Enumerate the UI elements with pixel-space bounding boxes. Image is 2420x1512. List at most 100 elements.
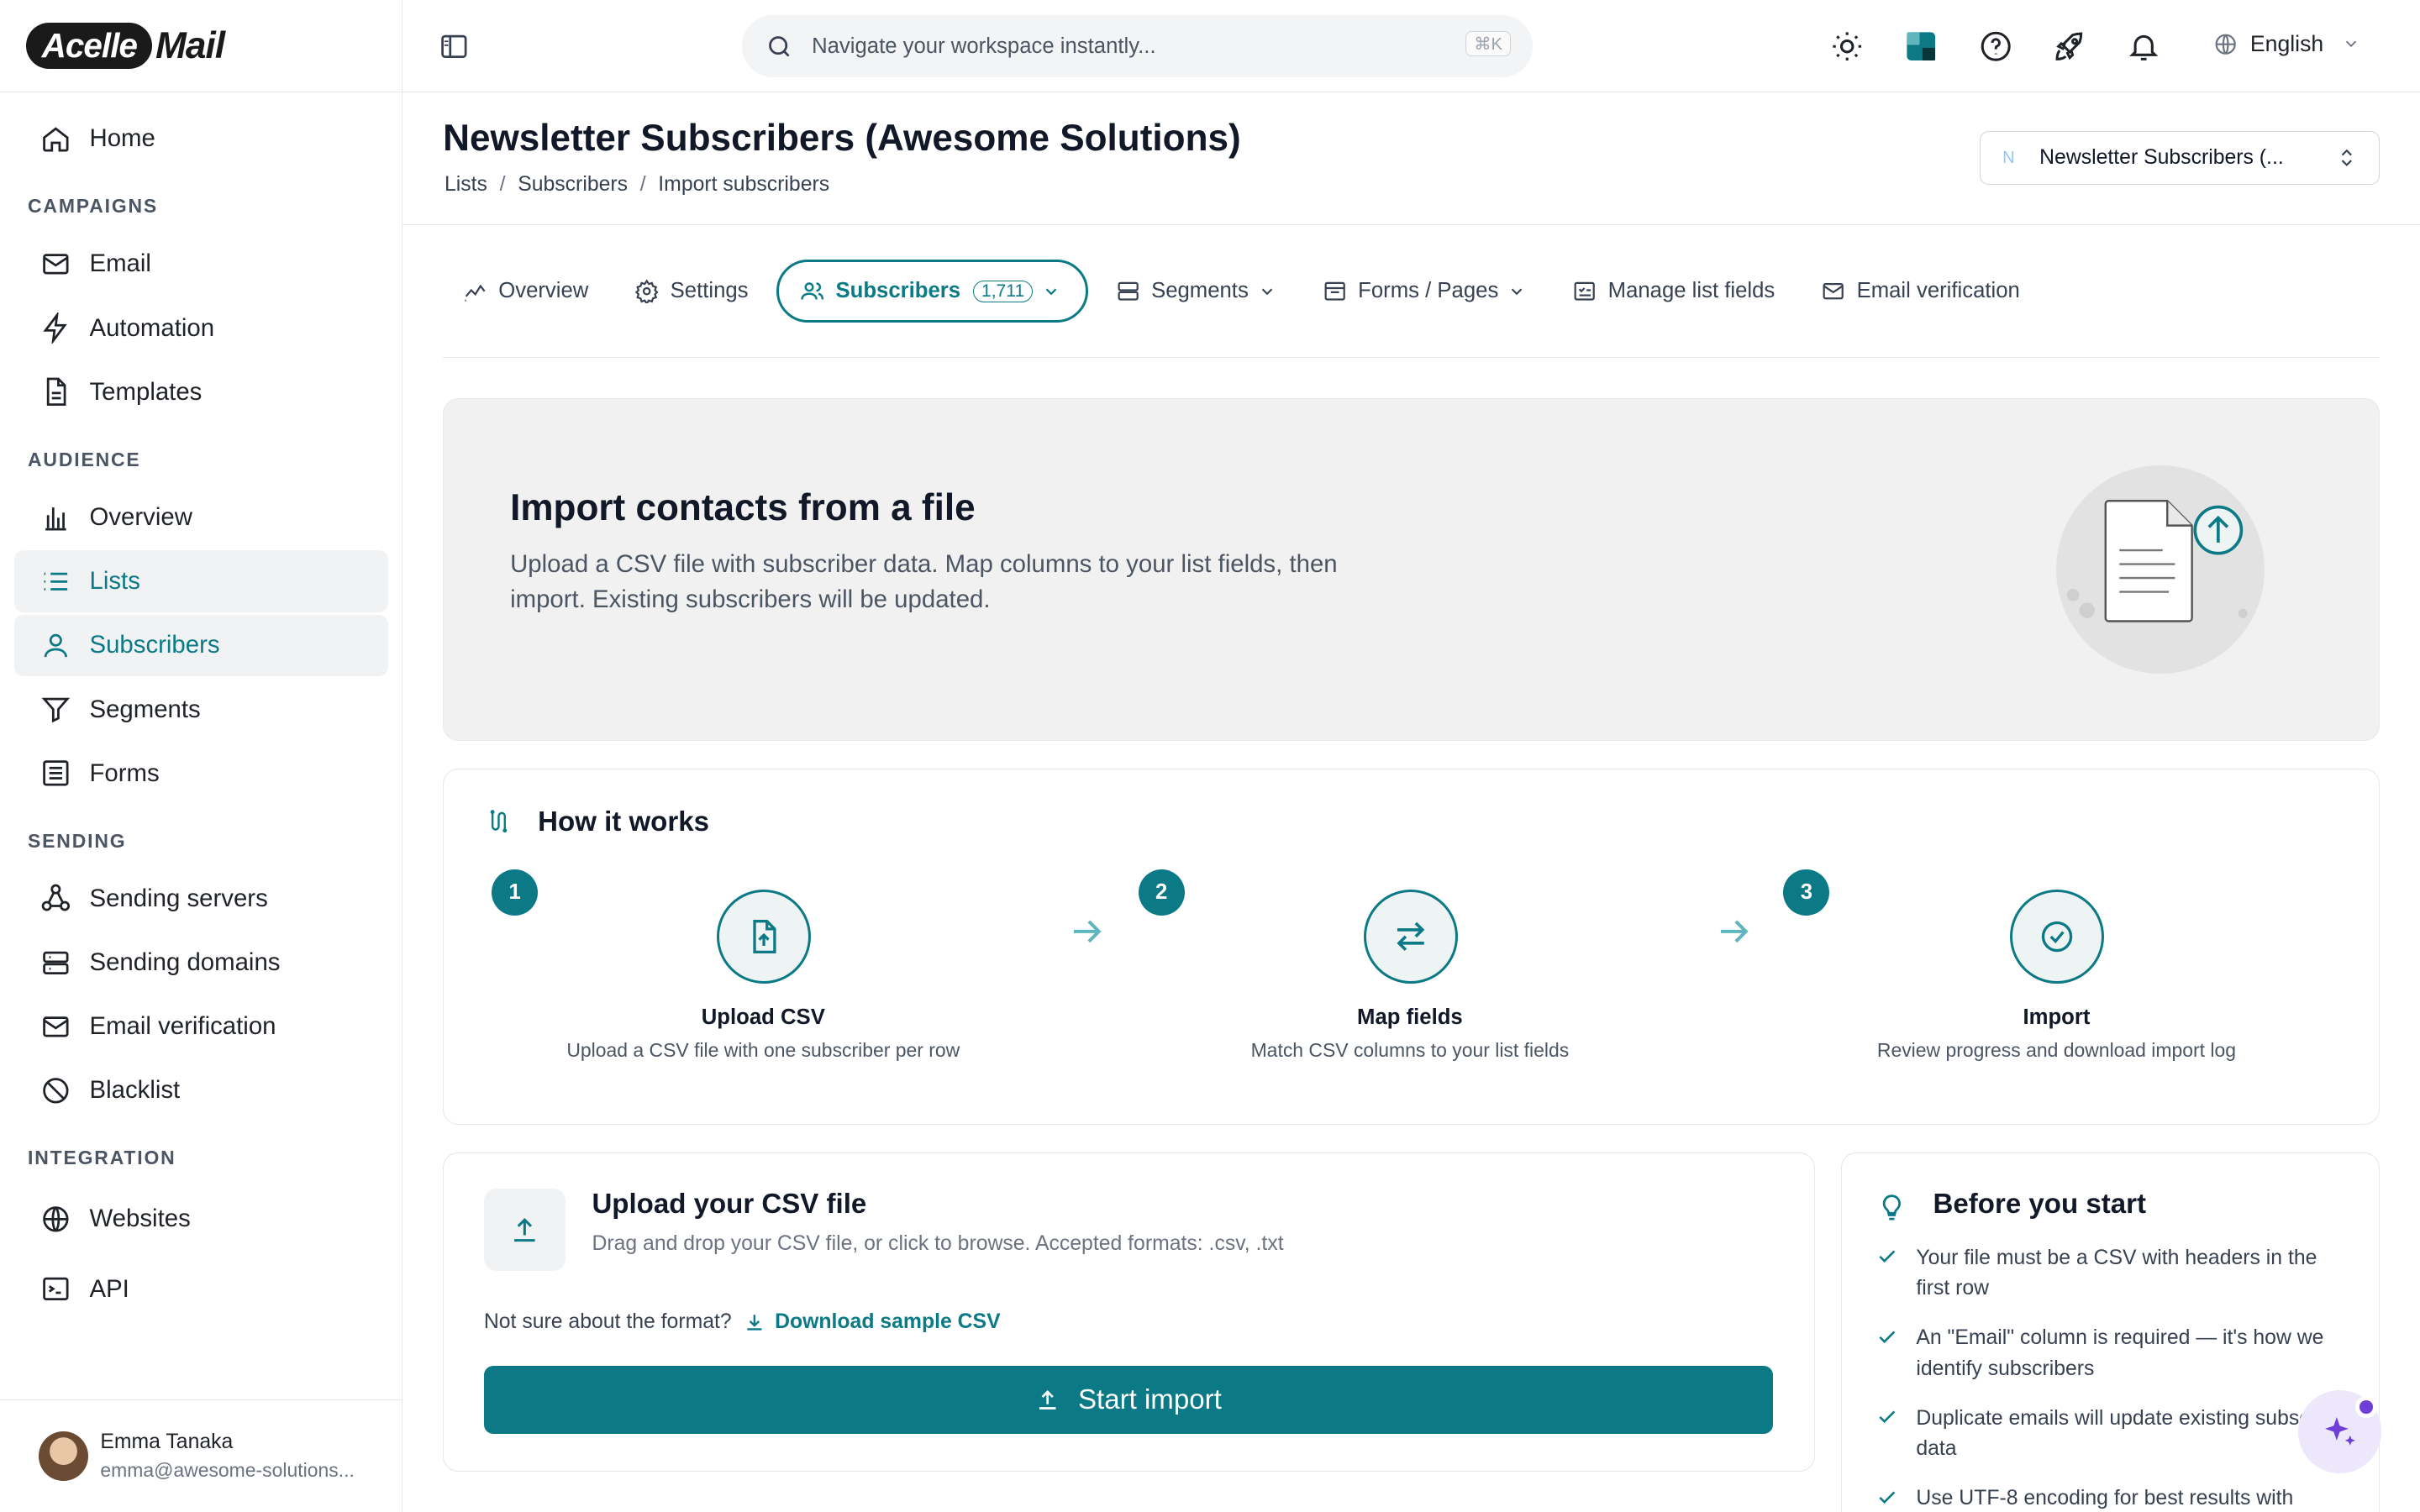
- sidebar-item-api[interactable]: API: [14, 1255, 388, 1323]
- search-input[interactable]: Navigate your workspace instantly... ⌘K: [742, 15, 1533, 77]
- help-button[interactable]: [1977, 28, 2014, 65]
- step-label: Import: [2023, 1005, 2091, 1029]
- search-placeholder: Navigate your workspace instantly...: [812, 34, 1156, 58]
- notification-dot: [2354, 1396, 2377, 1418]
- sidebar-item-overview[interactable]: Overview: [14, 486, 388, 548]
- chevron-down-icon: [1258, 282, 1276, 301]
- tab-email-verification[interactable]: Email verification: [1821, 260, 2020, 323]
- sparkles-icon: [2324, 1416, 2355, 1446]
- file-upload-illustration: [2056, 465, 2265, 674]
- gear-icon: [634, 279, 659, 304]
- tab-forms-pages[interactable]: Forms / Pages: [1323, 260, 1526, 323]
- page-title: Newsletter Subscribers (Awesome Solution…: [443, 117, 1241, 159]
- user-profile[interactable]: Emma Tanaka emma@awesome-solutions...: [0, 1399, 402, 1512]
- language-label: English: [2249, 30, 2324, 56]
- sidebar-item-label: Websites: [89, 1205, 191, 1233]
- bar-chart-icon: [40, 502, 71, 533]
- check-icon: [1876, 1323, 1917, 1384]
- sidebar-item-lists[interactable]: Lists: [13, 550, 388, 612]
- download-sample-label: Download sample CSV: [775, 1310, 1001, 1334]
- breadcrumb-lists[interactable]: Lists: [445, 173, 487, 196]
- sidebar-item-label: Home: [89, 124, 155, 153]
- section-integration: INTEGRATION: [28, 1147, 176, 1169]
- sidebar-nav: Home CAMPAIGNS Email Automation Template…: [0, 92, 402, 1323]
- tab-overview[interactable]: Overview: [463, 260, 588, 323]
- start-import-button[interactable]: Start import: [483, 1366, 1773, 1435]
- sidebar-item-label: Sending servers: [89, 884, 268, 912]
- list-item: Your file must be a CSV with headers in …: [1876, 1243, 2354, 1305]
- sun-icon: [1833, 32, 1862, 60]
- tab-settings[interactable]: Settings: [634, 260, 749, 323]
- tab-label: Subscribers: [835, 279, 961, 303]
- sidebar-item-sending-domains[interactable]: Sending domains: [14, 932, 388, 993]
- form-icon: [40, 758, 71, 789]
- download-sample-link[interactable]: Download sample CSV: [744, 1310, 1001, 1334]
- notifications-button[interactable]: [2125, 28, 2162, 65]
- step-number: 1: [492, 869, 539, 916]
- list-item: Use UTF-8 encoding for best results with: [1876, 1483, 2354, 1512]
- sidebar-item-label: Automation: [89, 313, 215, 342]
- tab-label: Forms / Pages: [1358, 279, 1499, 303]
- theme-toggle-button[interactable]: [1828, 28, 1865, 65]
- sidebar-item-home[interactable]: Home: [14, 108, 388, 170]
- globe-icon: [2215, 34, 2236, 55]
- sidebar-item-templates[interactable]: Templates: [14, 361, 388, 423]
- sidebar-item-automation[interactable]: Automation: [14, 297, 388, 359]
- format-hint: Not sure about the format? Download samp…: [484, 1310, 1001, 1334]
- download-icon: [747, 1315, 762, 1331]
- upload-title: Upload your CSV file: [592, 1189, 867, 1221]
- launch-button[interactable]: [2051, 28, 2088, 65]
- sidebar-item-sending-servers[interactable]: Sending servers: [14, 868, 388, 929]
- breadcrumb: Lists / Subscribers / Import subscribers: [444, 172, 830, 196]
- app-logo[interactable]: Acelle Mail: [0, 0, 402, 93]
- check-icon: [1876, 1243, 1917, 1305]
- before-title: Before you start: [1933, 1189, 2146, 1221]
- file-upload-icon: [753, 919, 776, 953]
- list-switcher[interactable]: N Newsletter Subscribers (...: [1980, 131, 2381, 186]
- sidebar-toggle-button[interactable]: [439, 31, 470, 69]
- logo-right: Mail: [155, 24, 225, 66]
- app-window: Acelle Mail Home CAMPAIGNS Email Automat…: [0, 0, 2420, 1512]
- breadcrumb-subscribers[interactable]: Subscribers: [518, 173, 628, 196]
- avatar: [38, 1431, 88, 1481]
- tab-manage-list-fields[interactable]: Manage list fields: [1572, 260, 1775, 323]
- arrow-right-icon: [1720, 920, 1749, 942]
- step-upload-circle: [717, 889, 812, 984]
- tab-segments[interactable]: Segments: [1116, 260, 1276, 323]
- sidebar-item-label: Sending domains: [89, 948, 281, 977]
- logo-left: Acelle: [26, 23, 153, 69]
- filter-icon: [40, 694, 71, 725]
- tab-subscribers[interactable]: Subscribers 1,711: [776, 259, 1088, 323]
- sidebar-item-label: Subscribers: [89, 631, 220, 659]
- sidebar-item-segments[interactable]: Segments: [14, 679, 388, 740]
- tab-label: Overview: [498, 279, 589, 303]
- shortcut-badge: ⌘K: [1465, 30, 1512, 57]
- chevron-down-icon: [1507, 282, 1526, 301]
- globe-icon: [40, 1204, 71, 1235]
- list-icon: [40, 566, 71, 597]
- sidebar-item-email[interactable]: Email: [14, 234, 388, 295]
- upload-icon: [514, 1217, 535, 1242]
- sidebar-item-websites[interactable]: Websites: [14, 1185, 388, 1253]
- document-icon: [40, 376, 71, 407]
- bolt-icon: [40, 312, 71, 344]
- brand-switch-button[interactable]: [1903, 28, 1940, 65]
- ai-assistant-button[interactable]: [2297, 1389, 2382, 1474]
- language-select[interactable]: English: [2213, 31, 2360, 57]
- route-icon: [487, 809, 512, 840]
- dropzone[interactable]: [483, 1189, 566, 1271]
- sidebar-item-label: Blacklist: [89, 1076, 181, 1105]
- how-it-works-card: How it works 1 Upload CSV Upload a CSV f…: [443, 768, 2381, 1125]
- sidebar-item-email-verification[interactable]: Email verification: [14, 996, 388, 1058]
- sidebar-item-blacklist[interactable]: Blacklist: [14, 1060, 388, 1121]
- mail-icon: [40, 249, 71, 280]
- sidebar-item-subscribers[interactable]: Subscribers: [13, 614, 388, 677]
- format-question: Not sure about the format?: [483, 1310, 732, 1334]
- step-map-circle: [1363, 889, 1458, 984]
- users-icon: [800, 279, 824, 303]
- step-description: Review progress and download import log: [1876, 1039, 2237, 1062]
- sidebar-item-forms[interactable]: Forms: [14, 743, 388, 804]
- brand-icon: [1907, 32, 1936, 60]
- list-item: Duplicate emails will update existing su…: [1876, 1404, 2354, 1465]
- section-campaigns: CAMPAIGNS: [28, 195, 159, 218]
